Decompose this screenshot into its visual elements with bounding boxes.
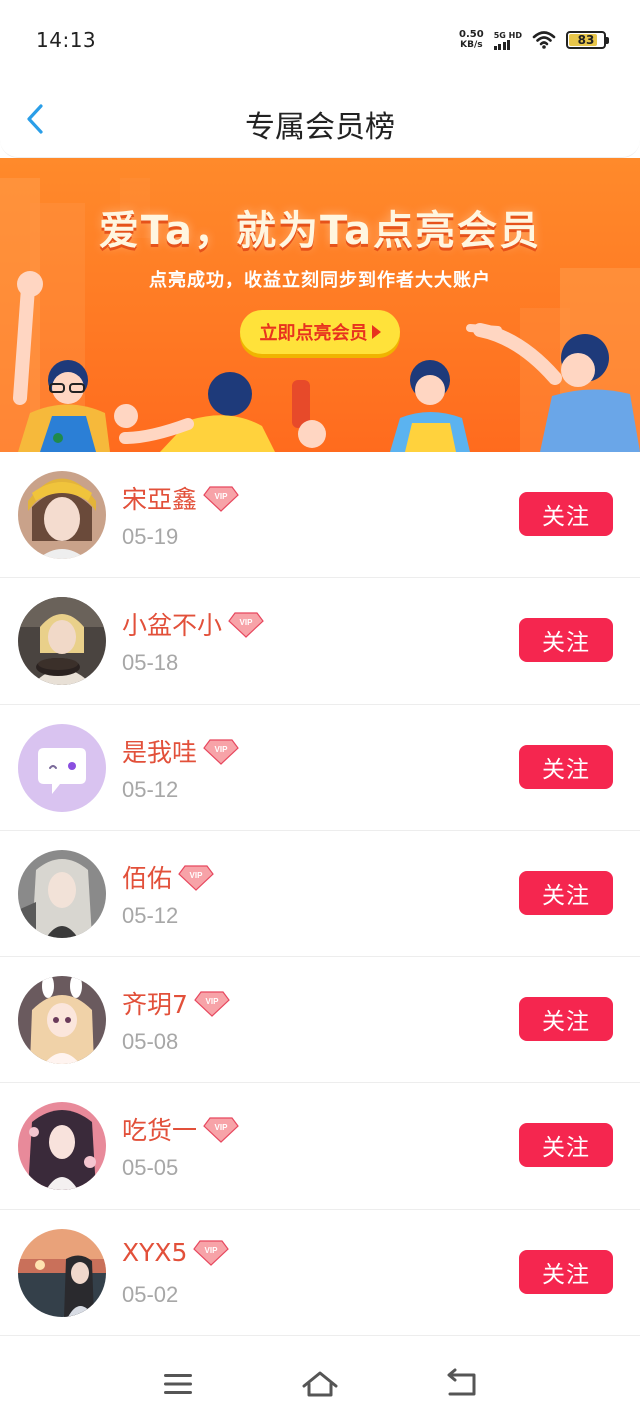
play-arrow-icon (371, 325, 381, 339)
menu-icon[interactable] (158, 1368, 198, 1400)
vip-badge-text: VIP (205, 1246, 219, 1255)
vip-diamond-icon: VIP (203, 486, 239, 512)
avatar[interactable] (18, 723, 106, 812)
wifi-icon (532, 31, 556, 49)
status-icons: 0.50 KB/s 5G HD 83 (459, 27, 609, 53)
vip-badge-text: VIP (240, 618, 254, 627)
cell-signal-icon: 5G HD (493, 30, 522, 50)
member-name: 佰佑 (122, 863, 173, 893)
member-date: 05-12 (122, 902, 179, 928)
status-bar: 14:13 0.50 KB/s 5G HD 83 (0, 0, 640, 80)
member-date: 05-18 (122, 650, 179, 676)
vip-badge-text: VIP (215, 492, 229, 501)
cta-label: 立即点亮会员 (259, 323, 368, 344)
follow-button[interactable]: 关注 (519, 492, 613, 536)
member-name: 小盆不小 (122, 611, 223, 641)
battery-icon: 83 (566, 31, 609, 49)
avatar[interactable] (18, 471, 106, 559)
light-up-membership-button[interactable]: 立即点亮会员 (240, 310, 400, 354)
member-date: 05-19 (122, 524, 179, 549)
list-item[interactable]: 齐玥7 VIP 05-08 关注 (0, 957, 640, 1084)
member-date: 05-02 (122, 1281, 179, 1307)
follow-button[interactable]: 关注 (519, 618, 613, 663)
home-icon[interactable] (300, 1368, 340, 1400)
member-name: XYX5 (122, 1237, 188, 1267)
vip-diamond-icon: VIP (203, 1117, 239, 1144)
avatar[interactable] (18, 976, 106, 1065)
member-name: 宋亞鑫 (122, 485, 198, 514)
vip-diamond-icon: VIP (178, 865, 214, 891)
vip-diamond-icon: VIP (228, 612, 264, 639)
member-name: 齐玥7 (122, 990, 188, 1020)
avatar[interactable] (18, 849, 106, 938)
vip-diamond-icon: VIP (194, 991, 230, 1018)
follow-button[interactable]: 关注 (519, 1123, 613, 1168)
signal-label: 5G HD (493, 30, 522, 40)
follow-button[interactable]: 关注 (519, 997, 613, 1042)
net-speed: 0.50 KB/s (459, 29, 484, 51)
banner-headline: 爱Ta，就为Ta点亮会员 (98, 208, 542, 254)
vip-diamond-icon: VIP (203, 738, 239, 765)
avatar[interactable] (18, 1102, 106, 1191)
follow-button[interactable]: 关注 (519, 744, 613, 789)
member-name: 吃货一 (122, 1116, 198, 1146)
list-item[interactable]: 宋亞鑫 VIP 05-19 关注 (0, 452, 640, 579)
follow-button[interactable]: 关注 (519, 870, 613, 915)
back-icon[interactable] (442, 1368, 482, 1400)
member-date: 05-12 (122, 776, 179, 802)
vip-badge-text: VIP (190, 871, 204, 880)
member-date: 05-05 (122, 1155, 179, 1181)
vip-badge-text: VIP (215, 1123, 229, 1132)
status-time: 14:13 (36, 28, 97, 52)
promo-banner[interactable]: 爱Ta，就为Ta点亮会员 点亮成功，收益立刻同步到作者大大账户 立即点亮会员 (0, 158, 640, 452)
list-item[interactable]: 佰佑 VIP 05-12 关注 (0, 830, 640, 958)
member-date: 05-08 (122, 1029, 179, 1055)
list-item[interactable]: 吃货一 VIP 05-05 关注 (0, 1083, 640, 1210)
vip-diamond-icon: VIP (193, 1240, 230, 1267)
list-item[interactable]: XYX5 VIP 05-02 关注 (0, 1209, 640, 1337)
banner-subtitle: 点亮成功，收益立刻同步到作者大大账户 (149, 270, 491, 291)
avatar[interactable] (18, 597, 106, 686)
net-speed-value: 0.50 (459, 29, 484, 40)
battery-level: 83 (577, 33, 595, 47)
member-list: 宋亞鑫 VIP 05-19 关注 小盆不小 VIP 05-18 关注 是我哇 V… (0, 452, 640, 1337)
follow-button[interactable]: 关注 (519, 1249, 613, 1294)
list-item[interactable]: 是我哇 VIP 05-12 关注 (0, 704, 640, 831)
list-item[interactable]: 小盆不小 VIP 05-18 关注 (0, 578, 640, 705)
avatar[interactable] (18, 1228, 106, 1317)
page-title: 专属会员榜 (245, 110, 395, 145)
net-speed-unit: KB/s (460, 40, 483, 50)
member-name: 是我哇 (122, 737, 198, 767)
vip-badge-text: VIP (205, 997, 219, 1006)
system-nav-bar (0, 1338, 640, 1423)
app-header: 专属会员榜 (0, 80, 640, 158)
vip-badge-text: VIP (215, 745, 229, 754)
